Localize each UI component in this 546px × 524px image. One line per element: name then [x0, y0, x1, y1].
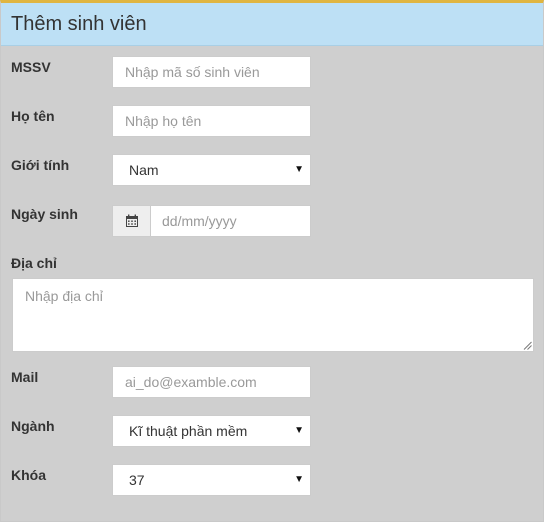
mssv-placeholder: Nhập mã số sinh viên	[125, 64, 260, 80]
mail-label: Mail	[11, 369, 39, 385]
mssv-input[interactable]: Nhập mã số sinh viên	[112, 56, 311, 88]
address-textarea[interactable]: Nhập địa chỉ	[12, 278, 534, 352]
full-name-input[interactable]: Nhập họ tên	[112, 105, 311, 137]
panel-header: Thêm sinh viên	[1, 3, 543, 46]
cohort-select[interactable]: 37 ▼	[112, 464, 311, 496]
caret-down-icon: ▼	[294, 425, 304, 436]
mssv-label: MSSV	[11, 59, 51, 75]
resize-grip-icon[interactable]	[523, 341, 532, 350]
major-select[interactable]: Kĩ thuật phần mềm ▼	[112, 415, 311, 447]
caret-down-icon: ▼	[294, 164, 304, 175]
birth-date-label: Ngày sinh	[11, 206, 78, 222]
cohort-label: Khóa	[11, 467, 46, 483]
caret-down-icon: ▼	[294, 474, 304, 485]
address-placeholder: Nhập địa chỉ	[25, 288, 103, 304]
major-selected-value: Kĩ thuật phần mềm	[129, 423, 248, 439]
major-label: Ngành	[11, 418, 55, 434]
cohort-selected-value: 37	[129, 472, 145, 488]
mail-placeholder: ai_do@examble.com	[125, 374, 257, 390]
gender-select[interactable]: Nam ▼	[112, 154, 311, 186]
gender-label: Giới tính	[11, 157, 70, 173]
gender-selected-value: Nam	[129, 162, 159, 178]
address-label: Địa chỉ	[11, 255, 57, 271]
mail-input[interactable]: ai_do@examble.com	[112, 366, 311, 398]
add-student-panel: Thêm sinh viên MSSV Nhập mã số sinh viên…	[0, 0, 544, 522]
birth-date-input[interactable]: dd/mm/yyyy	[112, 205, 311, 237]
calendar-icon[interactable]	[113, 206, 151, 236]
full-name-placeholder: Nhập họ tên	[125, 113, 202, 129]
full-name-label: Họ tên	[11, 108, 55, 124]
birth-date-placeholder: dd/mm/yyyy	[162, 213, 237, 229]
panel-title: Thêm sinh viên	[11, 13, 147, 35]
